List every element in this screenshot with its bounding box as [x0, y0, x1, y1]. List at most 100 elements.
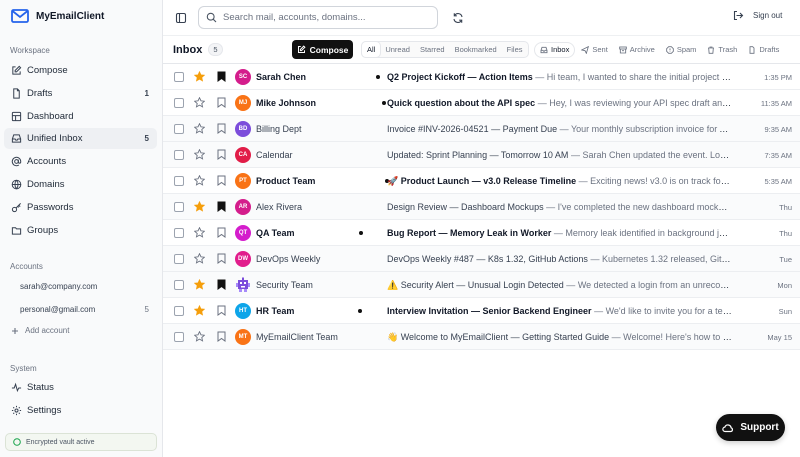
email-time: 7:35 AM [764, 151, 792, 160]
email-row[interactable]: Security Team ⚠️ Security Alert — Unusua… [163, 272, 800, 298]
archive-icon [619, 46, 627, 53]
plus-icon [12, 327, 18, 334]
log-out-icon [733, 10, 744, 21]
folder-drafts[interactable]: Drafts [743, 42, 784, 58]
email-row[interactable]: AR Alex Rivera Design Review — Dashboard… [163, 194, 800, 220]
folder-spam[interactable]: Spam [661, 42, 702, 58]
star-icon[interactable] [194, 253, 205, 264]
sidebar-item-settings[interactable]: Settings [4, 400, 157, 421]
email-row[interactable]: QT QA Team Bug Report — Memory Leak in W… [163, 220, 800, 246]
star-icon[interactable] [194, 227, 205, 238]
email-row[interactable]: SC Sarah Chen Q2 Project Kickoff — Actio… [163, 64, 800, 90]
sidebar-item-dashboard[interactable]: Dashboard [4, 106, 157, 127]
add-account-button[interactable]: Add account [11, 326, 69, 335]
row-checkbox[interactable] [174, 176, 184, 186]
row-checkbox[interactable] [174, 228, 184, 238]
email-row[interactable]: DW DevOps Weekly DevOps Weekly #487 — K8… [163, 246, 800, 272]
search-icon [206, 12, 217, 23]
brand[interactable]: MyEmailClient [11, 9, 104, 23]
sidebar-item-label: Dashboard [27, 111, 74, 122]
email-time: 11:35 AM [760, 99, 792, 108]
account-item[interactable]: personal@gmail.com 5 [4, 299, 157, 319]
bookmark-filled-icon[interactable] [217, 279, 226, 290]
sidebar-item-groups[interactable]: Groups [4, 220, 157, 241]
folder-tabs: Inbox Sent Archive Spam Trash Drafts [534, 41, 784, 58]
star-icon[interactable] [194, 331, 205, 342]
email-time: May 15 [767, 333, 792, 342]
email-preview-sep: — [563, 280, 578, 290]
row-checkbox[interactable] [174, 98, 184, 108]
search-box[interactable] [198, 6, 438, 29]
sidebar-item-unified-inbox[interactable]: Unified Inbox 5 [4, 128, 157, 149]
row-checkbox[interactable] [174, 306, 184, 316]
email-row[interactable]: BD Billing Dept Invoice #INV-2026-04521 … [163, 116, 800, 142]
sidebar: MyEmailClient Workspace Compose Drafts 1… [0, 0, 163, 457]
inbox-icon [540, 46, 548, 53]
sign-out-button[interactable]: Sign out [733, 10, 782, 21]
row-checkbox[interactable] [174, 202, 184, 212]
compose-button[interactable]: Compose [292, 40, 353, 59]
bookmark-filled-icon[interactable] [217, 71, 226, 82]
bookmark-icon[interactable] [217, 331, 226, 342]
bookmark-icon[interactable] [217, 253, 226, 264]
inbox-count-badge: 5 [208, 43, 223, 56]
sidebar-item-domains[interactable]: Domains [4, 174, 157, 195]
email-preview: Memory leak identified in background job… [565, 228, 732, 238]
folder-sent[interactable]: Sent [576, 42, 612, 58]
search-input[interactable] [223, 12, 433, 23]
email-row[interactable]: MJ Mike Johnson Quick question about the… [163, 90, 800, 116]
star-icon[interactable] [194, 97, 205, 108]
filter-all[interactable]: All [362, 42, 381, 57]
unread-dot [382, 101, 386, 105]
filter-bookmarked[interactable]: Bookmarked [450, 42, 502, 57]
sidebar-item-status[interactable]: Status [4, 377, 157, 398]
bookmark-icon[interactable] [217, 123, 226, 134]
star-icon[interactable] [194, 175, 205, 186]
refresh-button[interactable] [450, 10, 466, 26]
star-icon[interactable] [194, 149, 205, 160]
bookmark-filled-icon[interactable] [217, 201, 226, 212]
email-row[interactable]: CA Calendar Updated: Sprint Planning — T… [163, 142, 800, 168]
sidebar-item-compose[interactable]: Compose [4, 60, 157, 81]
row-checkbox[interactable] [174, 332, 184, 342]
bookmark-icon[interactable] [217, 305, 226, 316]
sidebar-item-accounts[interactable]: Accounts [4, 151, 157, 172]
row-checkbox[interactable] [174, 150, 184, 160]
support-button[interactable]: Support [716, 414, 785, 441]
filter-files[interactable]: Files [502, 42, 528, 57]
bookmark-icon[interactable] [217, 175, 226, 186]
folder-trash[interactable]: Trash [702, 42, 742, 58]
vault-status-text: Encrypted vault active [26, 438, 95, 446]
pencil-square-icon [12, 65, 22, 75]
email-row[interactable]: PT Product Team 🚀 Product Launch — v3.0 … [163, 168, 800, 194]
send-icon [581, 45, 590, 54]
star-filled-icon[interactable] [194, 279, 205, 290]
unread-dot [359, 231, 363, 235]
star-filled-icon[interactable] [194, 71, 205, 82]
email-subject: 🚀 Product Launch — v3.0 Release Timeline [387, 176, 577, 186]
bookmark-icon[interactable] [217, 97, 226, 108]
email-time: 5:35 AM [764, 177, 792, 186]
drafts-count: 1 [144, 89, 149, 98]
folder-archive[interactable]: Archive [614, 42, 660, 58]
bookmark-icon[interactable] [217, 149, 226, 160]
sidebar-item-passwords[interactable]: Passwords [4, 197, 157, 218]
sidebar-toggle-button[interactable] [173, 10, 189, 26]
email-row[interactable]: HT HR Team Interview Invitation — Senior… [163, 298, 800, 324]
folder-inbox[interactable]: Inbox [534, 41, 576, 58]
row-checkbox[interactable] [174, 124, 184, 134]
sidebar-item-drafts[interactable]: Drafts 1 [4, 83, 157, 104]
row-checkbox[interactable] [174, 254, 184, 264]
row-checkbox[interactable] [174, 72, 184, 82]
account-item[interactable]: sarah@company.com [4, 276, 157, 296]
filter-unread[interactable]: Unread [380, 42, 415, 57]
star-filled-icon[interactable] [194, 201, 205, 212]
filter-starred[interactable]: Starred [415, 42, 450, 57]
email-row[interactable]: MT MyEmailClient Team 👋 Welcome to MyEma… [163, 324, 800, 350]
bookmark-icon[interactable] [217, 227, 226, 238]
star-filled-icon[interactable] [194, 305, 205, 316]
email-preview: We'd like to invite you for a technical … [605, 306, 732, 316]
star-icon[interactable] [194, 123, 205, 134]
avatar: HT [235, 303, 251, 319]
row-checkbox[interactable] [174, 280, 184, 290]
